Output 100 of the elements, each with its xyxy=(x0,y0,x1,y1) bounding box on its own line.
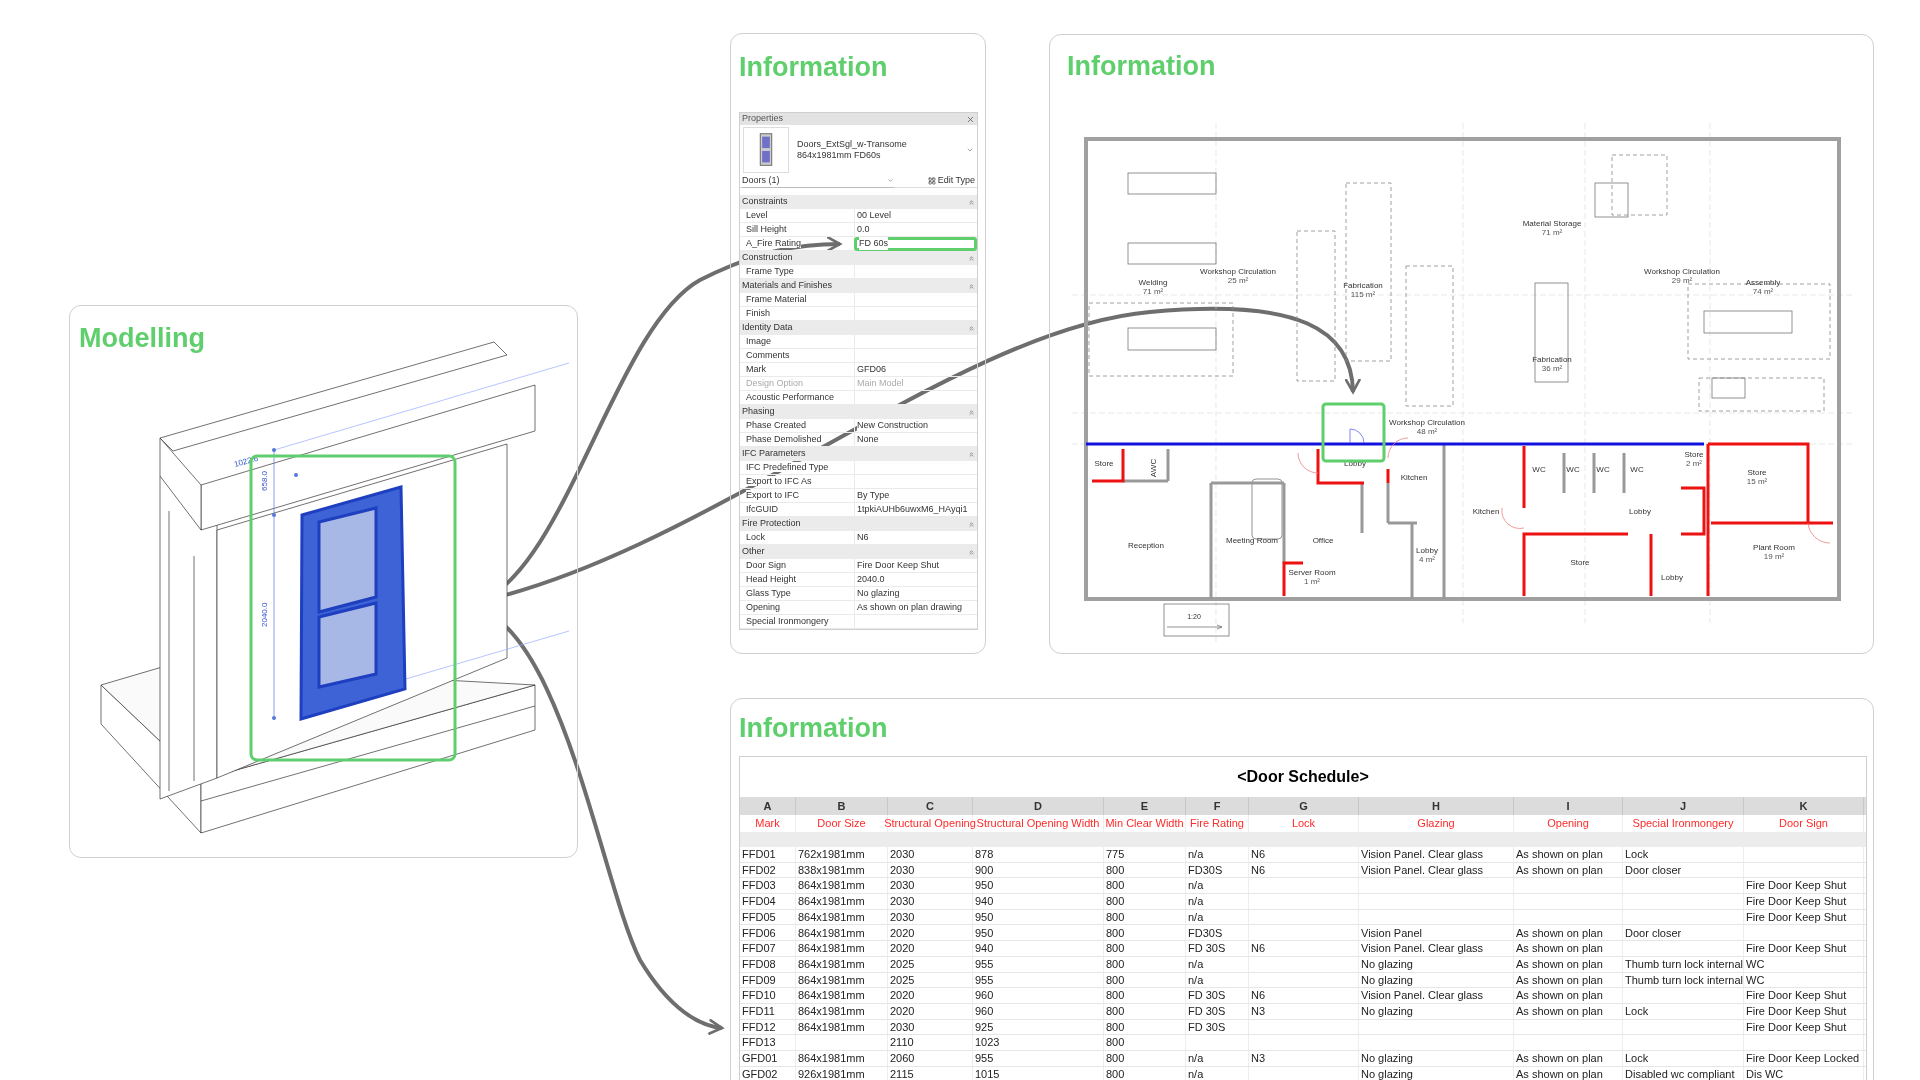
group-header[interactable]: Constraints xyxy=(740,195,977,209)
table-cell-text: Dis WC xyxy=(1746,1066,1784,1080)
collapse-icon[interactable] xyxy=(968,520,975,528)
room-label: Workshop Circulation 48 m² xyxy=(1389,418,1465,436)
highlight-frame xyxy=(1321,402,1386,463)
collapse-icon[interactable] xyxy=(968,254,975,262)
property-label: Image xyxy=(746,335,771,346)
group-header[interactable]: Identity Data xyxy=(740,321,977,335)
table-cell-text: Door closer xyxy=(1625,862,1682,878)
column-letter[interactable]: G xyxy=(1249,797,1359,815)
property-label: Export to IFC As xyxy=(746,475,812,486)
collapse-icon[interactable] xyxy=(968,408,975,416)
table-cell-text: Vision Panel. Clear glass xyxy=(1361,941,1484,957)
room-label: Meeting Room xyxy=(1226,536,1278,545)
collapse-icon[interactable] xyxy=(968,548,975,556)
column-letter[interactable]: A xyxy=(740,797,796,815)
table-cell-text: 800 xyxy=(1106,1003,1125,1019)
table-cell-text: N6 xyxy=(1251,988,1266,1004)
column-letter[interactable]: I xyxy=(1514,797,1623,815)
column-letter[interactable]: J xyxy=(1623,797,1744,815)
property-value[interactable]: N6 xyxy=(854,530,977,545)
column-letter[interactable]: K xyxy=(1744,797,1864,815)
room-label: Kitchen xyxy=(1400,473,1428,482)
property-value[interactable]: 0.0 xyxy=(854,222,977,237)
property-label: Finish xyxy=(746,307,770,318)
room-label: Lobby xyxy=(1344,459,1366,468)
room-label: Store 2 m² xyxy=(1684,450,1704,468)
room-label: Server Room 1 m² xyxy=(1288,568,1336,586)
collapse-icon[interactable] xyxy=(968,282,975,290)
close-icon[interactable] xyxy=(966,114,975,124)
table-cell-text: Fire Door Keep Shut xyxy=(1746,894,1847,910)
column-letter[interactable]: H xyxy=(1359,797,1514,815)
table-cell-text: 2030 xyxy=(890,847,915,863)
table-cell-text: n/a xyxy=(1188,909,1204,925)
table-cell-text: 762x1981mm xyxy=(798,847,865,863)
table-cell-text: 800 xyxy=(1106,988,1125,1004)
collapse-icon[interactable] xyxy=(968,198,975,206)
table-cell-text: 800 xyxy=(1106,878,1125,894)
property-label: Head Height xyxy=(746,573,797,584)
column-letter[interactable]: B xyxy=(796,797,888,815)
table-cell-text: Fire Door Keep Shut xyxy=(1746,1019,1847,1035)
table-cell-text: 864x1981mm xyxy=(798,1003,865,1019)
table-cell-text: n/a xyxy=(1188,1051,1204,1067)
table-cell-text: GFD01 xyxy=(742,1051,778,1067)
room-label: Workshop Circulation 29 m² xyxy=(1644,267,1720,285)
collapse-icon[interactable] xyxy=(968,324,975,332)
collapse-icon[interactable] xyxy=(968,450,975,458)
table-cell-text: 800 xyxy=(1106,941,1125,957)
table-cell-text: 900 xyxy=(975,862,994,878)
property-label: Frame Type xyxy=(746,265,794,276)
table-cell-text: FFD09 xyxy=(742,972,776,988)
table-cell-text: 2020 xyxy=(890,988,915,1004)
group-header[interactable]: IFC Parameters xyxy=(740,447,977,461)
table-cell-text: FFD04 xyxy=(742,894,776,910)
table-cell-text: Fire Door Keep Shut xyxy=(1746,1003,1847,1019)
table-cell-text: 960 xyxy=(975,1003,994,1019)
column-letter[interactable]: F xyxy=(1186,797,1249,815)
table-cell-text: 2030 xyxy=(890,909,915,925)
property-label: Door Sign xyxy=(746,559,787,570)
table-cell-text: FD 30S xyxy=(1188,1003,1226,1019)
group-header[interactable]: Materials and Finishes xyxy=(740,279,977,293)
table-cell-text: Fire Door Keep Shut xyxy=(1746,878,1847,894)
table-cell-text: As shown on plan xyxy=(1516,956,1603,972)
group-header[interactable]: Construction xyxy=(740,251,977,265)
table-cell-text: 960 xyxy=(975,988,994,1004)
table-cell-text: FFD08 xyxy=(742,956,776,972)
category-filter[interactable]: Doors (1) xyxy=(742,173,894,189)
table-cell-text: Fire Door Keep Shut xyxy=(1746,988,1847,1004)
table-cell-text: 864x1981mm xyxy=(798,988,865,1004)
table-cell-text: 950 xyxy=(975,909,994,925)
property-label: Sill Height xyxy=(746,223,787,234)
table-cell-text: n/a xyxy=(1188,894,1204,910)
room-label: Office xyxy=(1312,536,1334,545)
column-letter[interactable]: C xyxy=(888,797,973,815)
table-cell-text: 2025 xyxy=(890,956,915,972)
table-cell-text: FFD12 xyxy=(742,1019,776,1035)
table-cell-text: 864x1981mm xyxy=(798,972,865,988)
edit-type-button[interactable]: Edit Type xyxy=(927,174,975,188)
room-label: Store 15 m² xyxy=(1746,468,1768,486)
table-cell-text: 2020 xyxy=(890,925,915,941)
group-header[interactable]: Phasing xyxy=(740,405,977,419)
column-letter[interactable]: D xyxy=(973,797,1104,815)
dropdown-caret-icon xyxy=(966,146,974,154)
group-header[interactable]: Fire Protection xyxy=(740,517,977,531)
room-label: WC xyxy=(1630,465,1644,474)
property-label: Glass Type xyxy=(746,587,791,598)
column-letter[interactable]: E xyxy=(1104,797,1186,815)
table-cell-text: As shown on plan xyxy=(1516,1051,1603,1067)
table-cell-text: As shown on plan xyxy=(1516,941,1603,957)
table-cell-text: WC xyxy=(1746,972,1765,988)
type-size: 864x1981mm FD60s xyxy=(797,150,882,161)
room-label: Reception xyxy=(1128,541,1164,550)
group-header[interactable]: Other xyxy=(740,545,977,559)
table-cell-text: Vision Panel. Clear glass xyxy=(1361,847,1484,863)
property-label: Level xyxy=(746,209,768,220)
table-cell-text: 955 xyxy=(975,972,994,988)
table-cell-text: No glazing xyxy=(1361,956,1413,972)
schedule-title: <Door Schedule> xyxy=(1237,767,1369,787)
room-label: AWC xyxy=(1149,458,1158,478)
table-cell-text: Lock xyxy=(1625,1051,1649,1067)
